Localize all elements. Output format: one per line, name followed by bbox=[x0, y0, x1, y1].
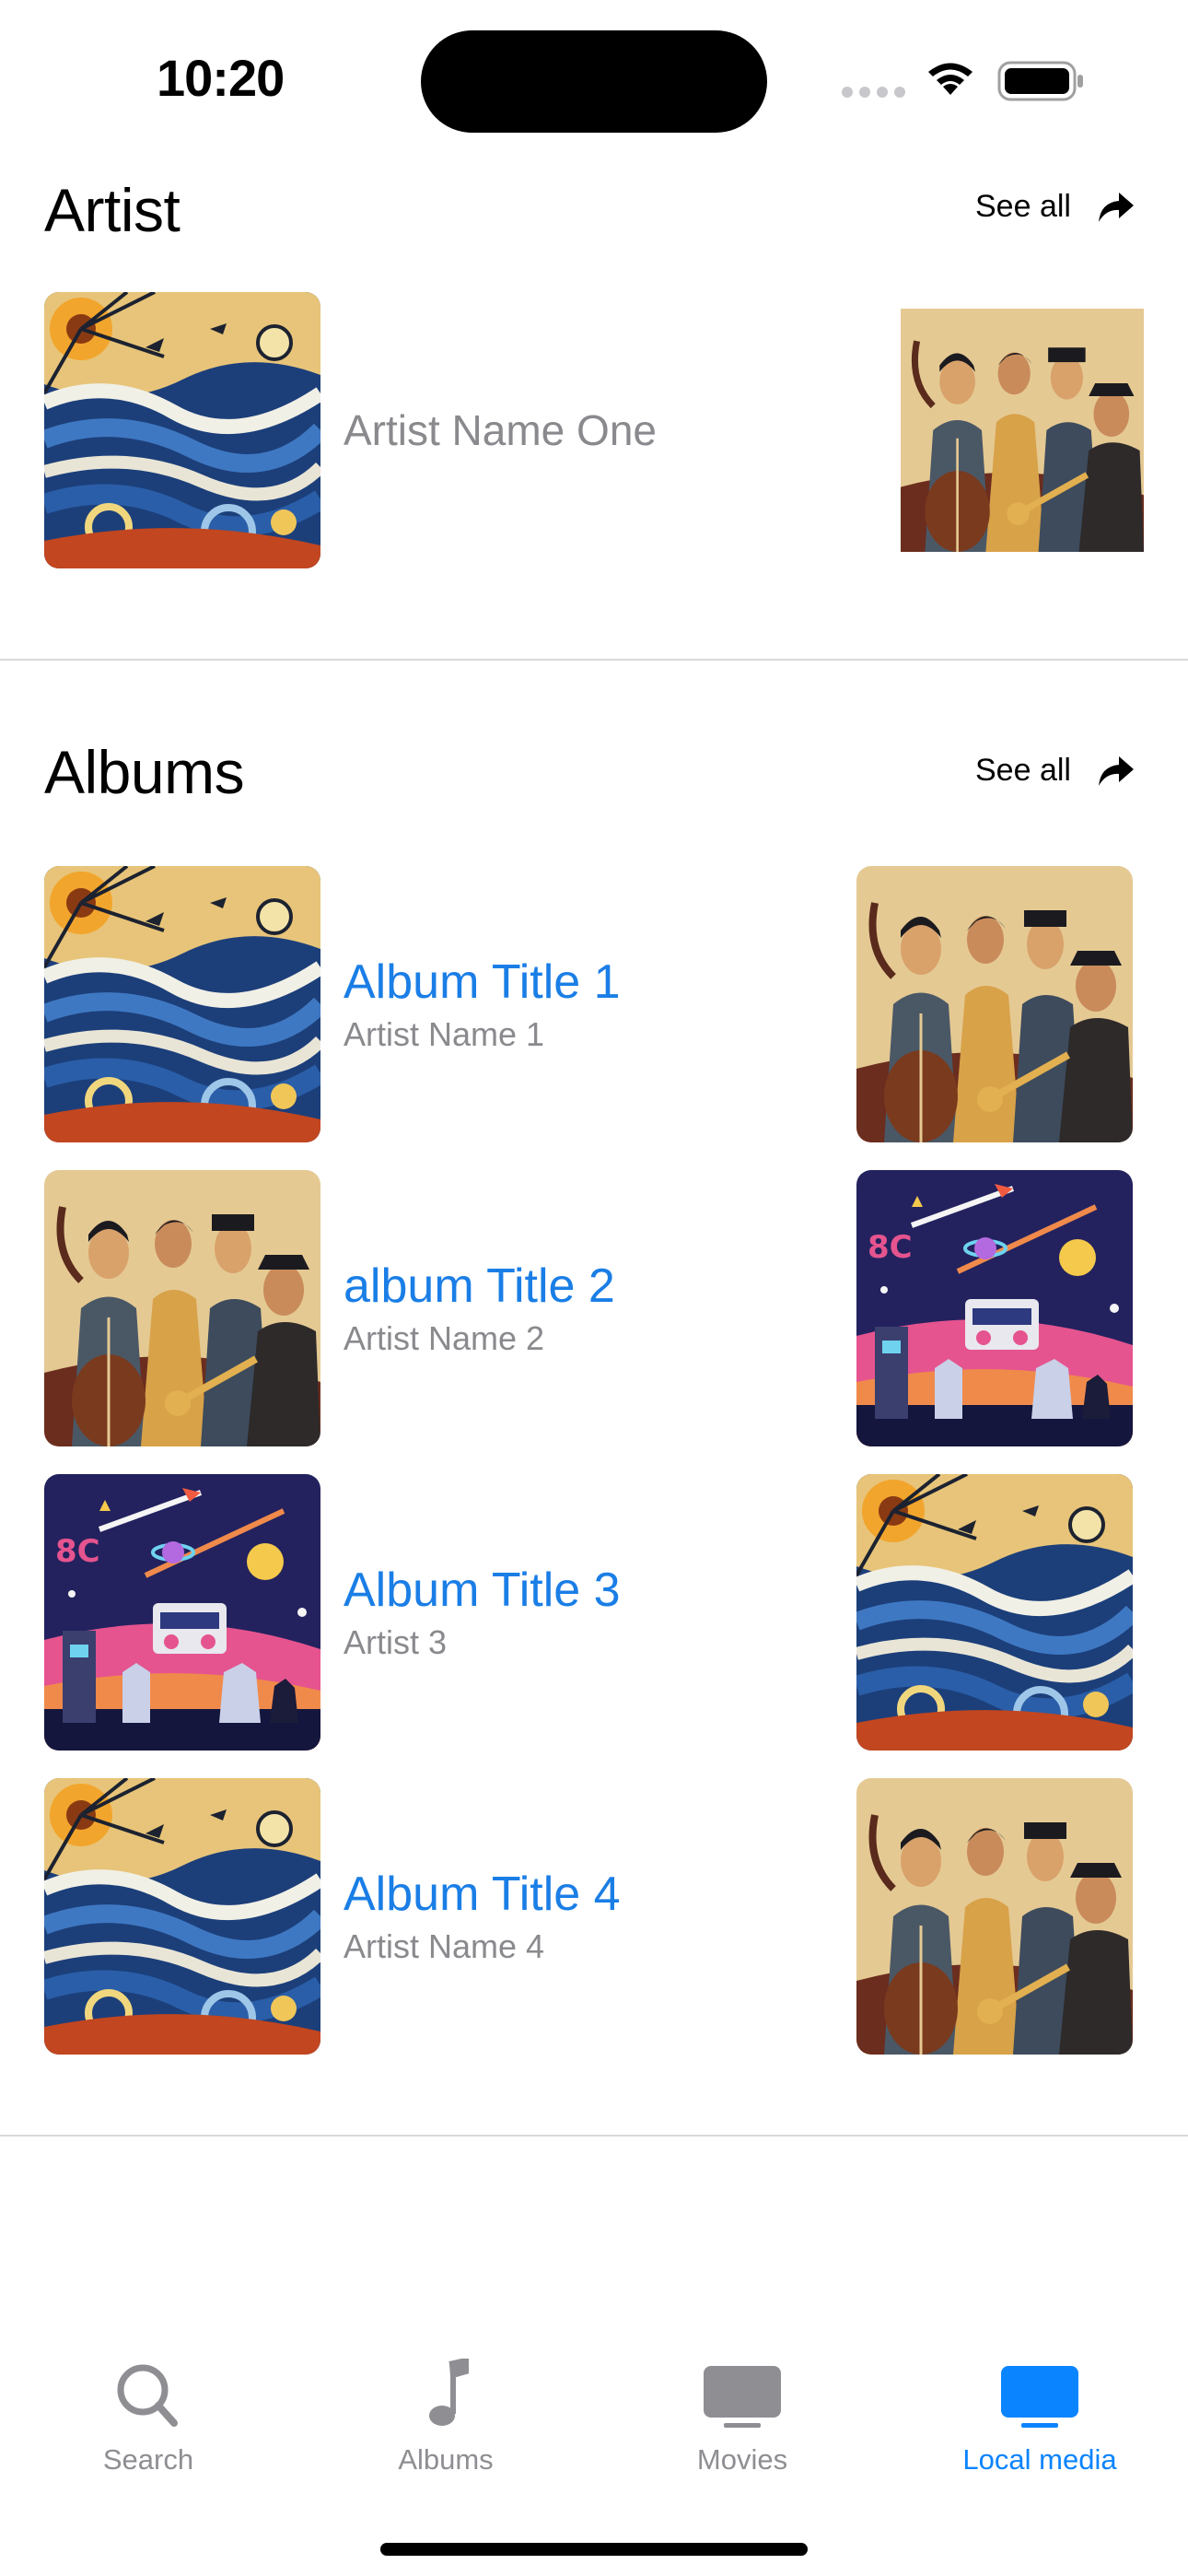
artist-artwork[interactable] bbox=[901, 292, 1144, 568]
album-list-item[interactable]: Album Title 3 Artist 3 bbox=[344, 1563, 621, 1666]
album-artwork[interactable] bbox=[44, 1474, 320, 1751]
album-artist: Artist Name 1 bbox=[344, 1015, 545, 1053]
album-artwork[interactable] bbox=[856, 866, 1133, 1142]
albums-section-title: Albums bbox=[44, 738, 245, 806]
album-artwork[interactable] bbox=[856, 1170, 1133, 1446]
cellular-signal-icon bbox=[842, 87, 905, 98]
see-all-label: See all bbox=[975, 753, 1071, 788]
status-time: 10:20 bbox=[157, 49, 285, 107]
tab-label: Albums bbox=[398, 2443, 494, 2476]
home-indicator[interactable] bbox=[380, 2543, 808, 2556]
artist-name[interactable]: Artist Name One bbox=[344, 405, 657, 455]
album-artwork[interactable] bbox=[44, 1778, 320, 2055]
dynamic-island bbox=[421, 30, 767, 133]
section-divider bbox=[0, 2135, 1188, 2137]
section-divider bbox=[0, 659, 1188, 661]
share-arrow-icon bbox=[1098, 755, 1134, 786]
tab-label: Local media bbox=[962, 2443, 1117, 2476]
share-arrow-icon bbox=[1098, 192, 1134, 222]
album-title: Album Title 4 bbox=[344, 1868, 621, 1921]
albums-see-all-button[interactable]: See all bbox=[975, 753, 1136, 789]
album-title: Album Title 3 bbox=[344, 1563, 621, 1617]
wifi-icon bbox=[928, 63, 973, 95]
album-list-item[interactable]: Album Title 4 Artist Name 4 bbox=[344, 1867, 621, 1970]
battery-icon bbox=[997, 61, 1083, 101]
album-artwork[interactable] bbox=[856, 1778, 1133, 2055]
artist-artwork[interactable] bbox=[44, 292, 320, 568]
tab-label: Movies bbox=[696, 2443, 788, 2476]
tab-label: Search bbox=[102, 2443, 194, 2476]
artist-see-all-button[interactable]: See all bbox=[975, 189, 1136, 225]
album-title: album Title 2 bbox=[344, 1259, 615, 1313]
artist-section-title: Artist bbox=[44, 176, 181, 244]
tv-icon bbox=[1001, 2366, 1078, 2428]
album-list-item[interactable]: Album Title 1 Artist Name 1 bbox=[344, 954, 621, 1058]
tv-icon bbox=[704, 2366, 781, 2428]
album-artist: Artist 3 bbox=[344, 1623, 448, 1661]
see-all-label: See all bbox=[975, 189, 1071, 224]
album-title: Album Title 1 bbox=[344, 955, 621, 1009]
album-artist: Artist Name 4 bbox=[344, 1927, 545, 1965]
music-note-icon bbox=[429, 2359, 469, 2426]
album-artwork[interactable] bbox=[44, 866, 320, 1142]
album-artwork[interactable] bbox=[44, 1170, 320, 1446]
search-icon bbox=[117, 2364, 178, 2427]
album-list-item[interactable]: album Title 2 Artist Name 2 bbox=[344, 1259, 615, 1362]
album-artist: Artist Name 2 bbox=[344, 1319, 545, 1357]
status-bar: 10:20 bbox=[0, 0, 1188, 147]
album-artwork[interactable] bbox=[856, 1474, 1133, 1751]
